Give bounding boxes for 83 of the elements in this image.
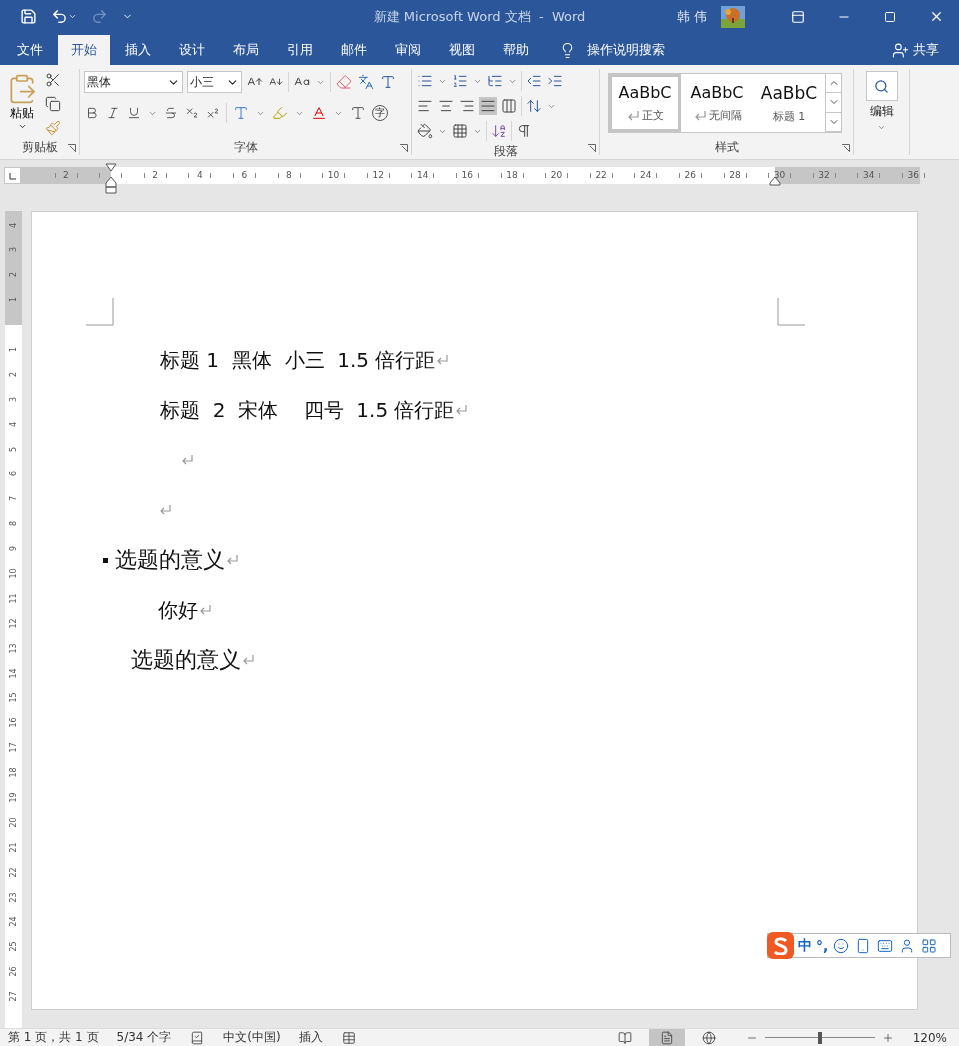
borders-icon[interactable] — [451, 122, 469, 140]
grid-icon[interactable] — [920, 936, 939, 955]
enclose-character-button[interactable]: 字 — [372, 105, 388, 121]
ribbon-tab[interactable]: 开始 — [58, 35, 110, 65]
zoom-thumb[interactable] — [817, 1031, 822, 1044]
eraser-icon[interactable] — [335, 73, 353, 91]
paragraph-mark-icon — [159, 504, 172, 516]
paragraph-mark-icon — [226, 554, 239, 566]
font-name-field[interactable]: 黑体 — [84, 71, 183, 93]
dropdown-caret-icon[interactable] — [17, 122, 27, 131]
copy-icon[interactable] — [44, 95, 62, 113]
undo-icon[interactable] — [51, 8, 77, 25]
ribbon-tab[interactable]: 审阅 — [382, 35, 434, 65]
paragraph-text: 选题的意义 — [131, 646, 241, 674]
ribbon-tab[interactable]: 邮件 — [328, 35, 380, 65]
group-label: 段落 — [493, 143, 518, 159]
paragraph-mark-icon — [242, 654, 255, 666]
paragraph-mark-icon — [455, 404, 469, 416]
vertical-ruler: 4 3 2 1 1 2 3 4 5 6 7 8 9 10 11 12 13 14 15 16 17 18 19 20 21 22 23 24 25 26 27 — [5, 211, 22, 1028]
dialog-launcher-icon[interactable] — [68, 144, 76, 152]
ribbon-tab[interactable]: 设计 — [166, 35, 218, 65]
tab-selector[interactable] — [4, 166, 21, 184]
subscript-icon[interactable] — [184, 105, 200, 121]
ribbon-tab[interactable]: 视图 — [436, 35, 488, 65]
dialog-launcher-icon[interactable] — [400, 144, 408, 152]
font-size-field[interactable]: 小三 — [187, 71, 242, 93]
font-color-icon[interactable] — [310, 104, 328, 122]
paragraph-text: 标题 1 黑体 小三 1.5 倍行距 — [160, 346, 436, 374]
paragraph-mark-icon — [693, 109, 707, 122]
strikethrough-icon[interactable] — [163, 105, 179, 121]
ribbon-tab[interactable]: 帮助 — [490, 35, 542, 65]
ribbon-tab[interactable]: 布局 — [220, 35, 272, 65]
paste-button[interactable]: 粘贴 — [4, 71, 40, 137]
paragraph-mark-icon — [436, 354, 450, 366]
shading-icon[interactable] — [416, 122, 434, 140]
window-title: 新建 Microsoft Word 文档 - Word — [373, 8, 586, 26]
superscript-icon[interactable] — [205, 105, 221, 121]
group-label: 样式 — [714, 139, 739, 155]
indent-marker[interactable] — [105, 175, 117, 194]
dialog-launcher-icon[interactable] — [588, 144, 596, 152]
paragraph-mark-icon — [199, 604, 212, 616]
line-spacing-icon[interactable] — [525, 97, 543, 115]
paragraph-text: 标题 2 宋体 四号 1.5 倍行距 — [160, 396, 455, 424]
ime-logo-icon[interactable] — [767, 932, 794, 959]
ribbon-tab[interactable]: 插入 — [112, 35, 164, 65]
share-user-icon[interactable] — [891, 40, 910, 60]
crop-mark — [777, 298, 805, 326]
group-label: 字体 — [233, 139, 258, 155]
word-count[interactable]: 5/34 个字 — [116, 1029, 172, 1046]
punctuation-mode[interactable]: °, — [816, 937, 829, 954]
bullet — [103, 557, 108, 563]
language-label[interactable]: 中文(中国) — [223, 1029, 281, 1046]
user-name[interactable]: 韩 伟 — [676, 7, 707, 26]
editing-label[interactable]: 编辑 — [869, 103, 894, 120]
paragraph-text: 选题的意义 — [115, 546, 225, 574]
macro-icon[interactable] — [340, 1029, 357, 1046]
input-mode[interactable]: 中 — [798, 936, 812, 955]
share-button[interactable]: 共享 — [913, 41, 939, 59]
group-label: 剪贴板 — [21, 139, 58, 155]
scissors-icon[interactable] — [44, 71, 62, 89]
search-icon[interactable] — [865, 71, 898, 101]
print-layout-icon[interactable] — [648, 1028, 685, 1046]
sort-icon[interactable] — [490, 122, 508, 140]
dialog-launcher-icon[interactable] — [842, 144, 850, 152]
save-icon[interactable] — [20, 8, 37, 25]
ribbon-tab[interactable]: 文件 — [4, 35, 56, 65]
indent-marker[interactable] — [105, 162, 117, 173]
style-item[interactable]: AaBbC 正文 — [609, 74, 681, 132]
emoji-icon[interactable] — [832, 936, 851, 955]
tab-stop-icon[interactable] — [9, 172, 16, 180]
paragraph-text: 你好 — [158, 596, 198, 624]
tell-me-search[interactable]: 操作说明搜索 — [587, 41, 665, 59]
zoom-level[interactable]: 120% — [912, 1030, 947, 1045]
justify-icon[interactable] — [479, 97, 497, 115]
page-count[interactable]: 第 1 页，共 1 页 — [8, 1029, 99, 1046]
underline-icon[interactable] — [126, 105, 142, 121]
numbering-icon[interactable] — [451, 72, 469, 90]
crop-mark — [86, 298, 114, 326]
paragraph-mark-icon — [627, 109, 640, 122]
insert-mode[interactable]: 插入 — [298, 1029, 323, 1046]
ribbon-tab[interactable]: 引用 — [274, 35, 326, 65]
paragraph-mark-icon — [181, 454, 194, 466]
italic-icon[interactable] — [105, 105, 121, 121]
